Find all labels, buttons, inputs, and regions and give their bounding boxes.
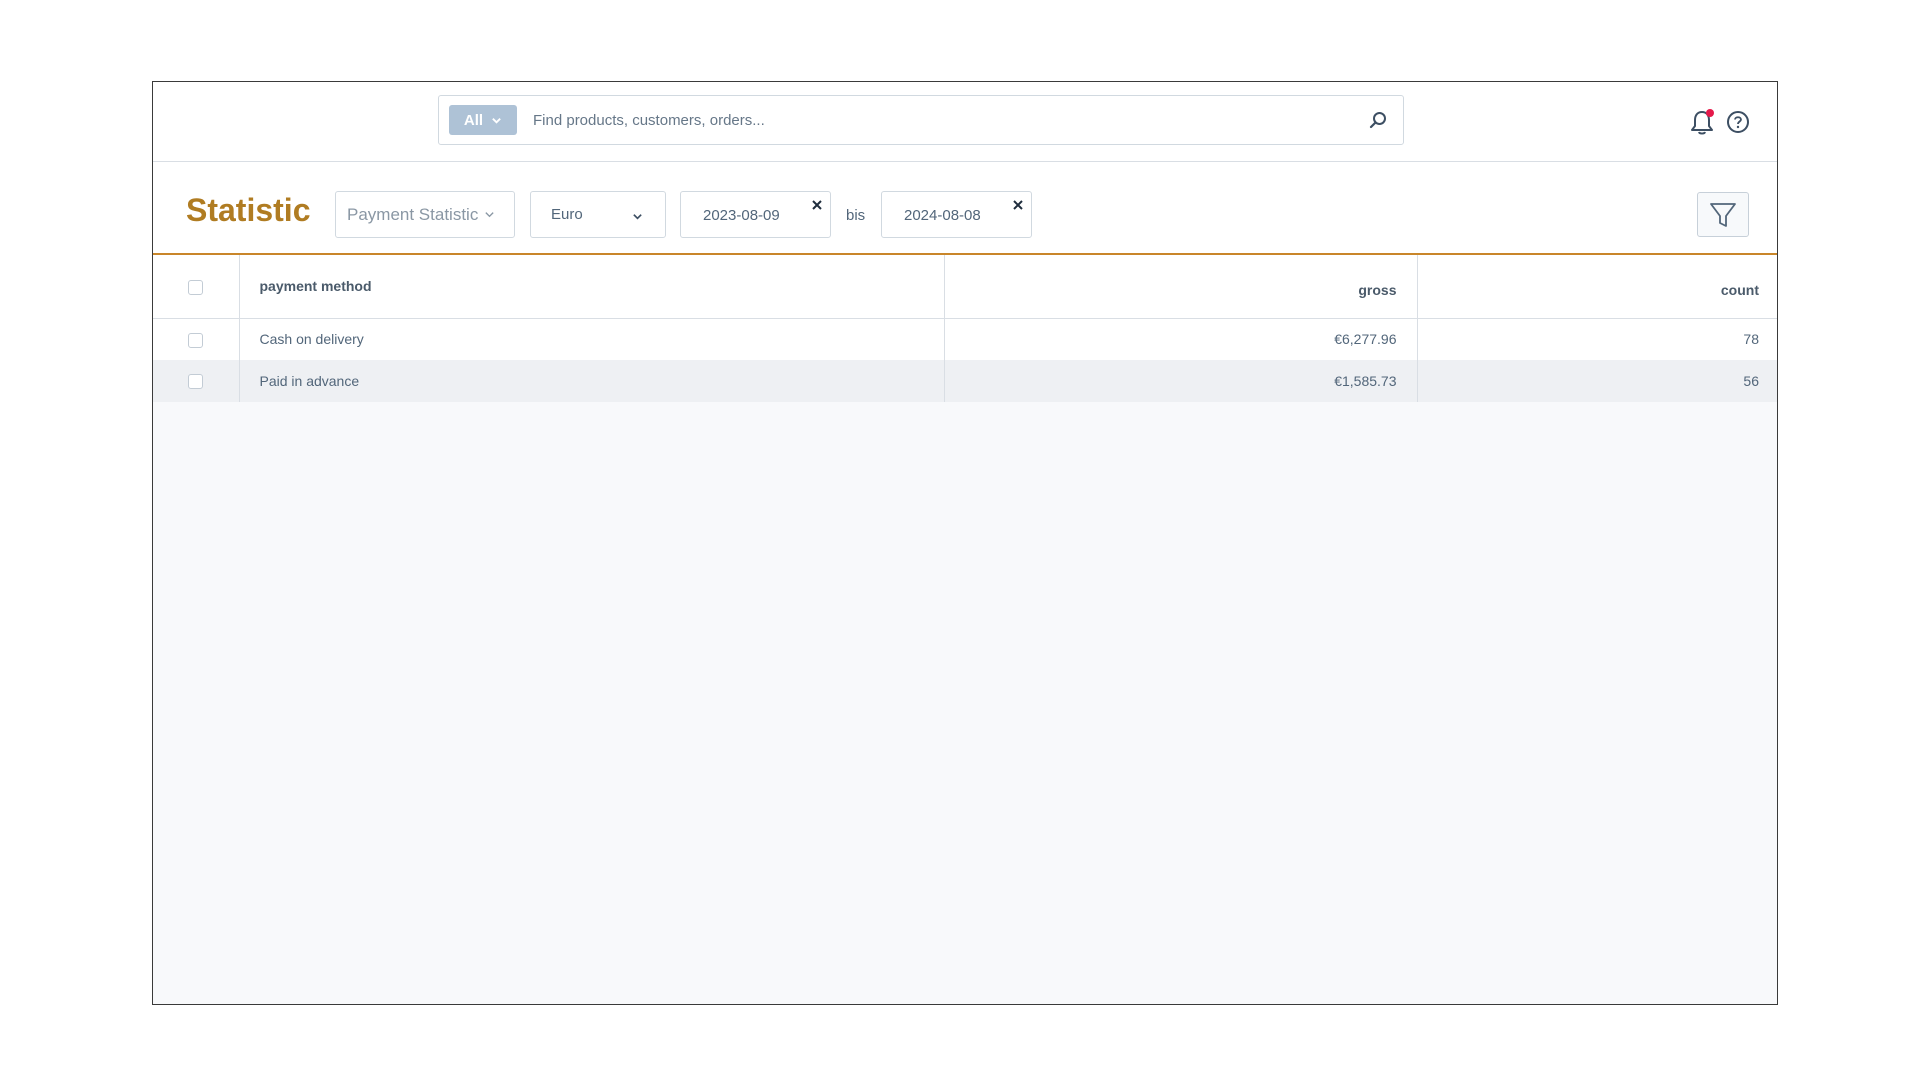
date-to-field[interactable]: 2024-08-08 [881,191,1032,238]
column-header-count[interactable]: count [1417,255,1777,319]
column-header-payment-method[interactable]: payment method [239,255,945,319]
payment-method-cell: Cash on delivery [239,318,945,360]
column-header-gross[interactable]: gross [944,255,1418,319]
count-cell: 56 [1417,360,1777,402]
count-cell: 78 [1743,331,1759,348]
date-range-separator: bis [846,207,866,224]
currency-select[interactable]: Euro [530,191,666,238]
row-select-cell [153,318,240,360]
date-from-field[interactable]: 2023-08-09 [680,191,831,238]
global-search: All [438,95,1404,145]
search-scope-label: All [463,111,484,129]
search-icon[interactable] [1367,109,1389,131]
filter-icon [1710,202,1736,227]
chevron-down-icon [633,214,642,220]
table-row[interactable]: Paid in advance €1,585.73 56 [153,360,1777,402]
search-scope-dropdown[interactable]: All [449,105,517,135]
filter-button[interactable] [1697,192,1749,237]
gross-cell: €1,585.73 [944,360,1418,402]
help-icon[interactable] [1725,109,1751,135]
page-title: Statistic [186,192,311,228]
gross-cell: €6,277.96 [944,318,1418,360]
notification-badge [1706,109,1714,117]
table-header-row: payment method gross count [153,255,1777,319]
table-area: payment method gross count Cash on deliv… [153,255,1777,1004]
report-type-value: Payment Statistic [347,204,479,224]
select-all-checkbox[interactable] [188,279,204,295]
payment-method-cell: Paid in advance [239,360,945,402]
clear-date-to-icon[interactable] [1011,198,1025,212]
clear-date-from-icon[interactable] [810,198,824,212]
chevron-down-icon [492,117,501,124]
top-bar: All [153,82,1777,162]
notifications-bell-icon[interactable] [1688,107,1716,137]
app-window: All Statistic Payment Statistic Euro 202… [152,81,1778,1005]
currency-value: Euro [551,206,583,223]
row-checkbox[interactable] [188,374,204,390]
row-checkbox[interactable] [188,332,204,348]
select-all-cell [153,255,240,319]
payment-statistic-table: payment method gross count Cash on deliv… [153,255,1777,402]
date-to-value: 2024-08-08 [904,207,981,224]
report-type-select[interactable]: Payment Statistic [335,191,515,238]
search-input[interactable] [533,105,1333,135]
date-from-value: 2023-08-09 [703,207,780,224]
chevron-down-icon [485,212,494,218]
table-row[interactable]: Cash on delivery €6,277.96 78 [153,318,1777,360]
statistic-toolbar: Statistic Payment Statistic Euro 2023-08… [153,162,1777,255]
row-select-cell [153,360,240,402]
